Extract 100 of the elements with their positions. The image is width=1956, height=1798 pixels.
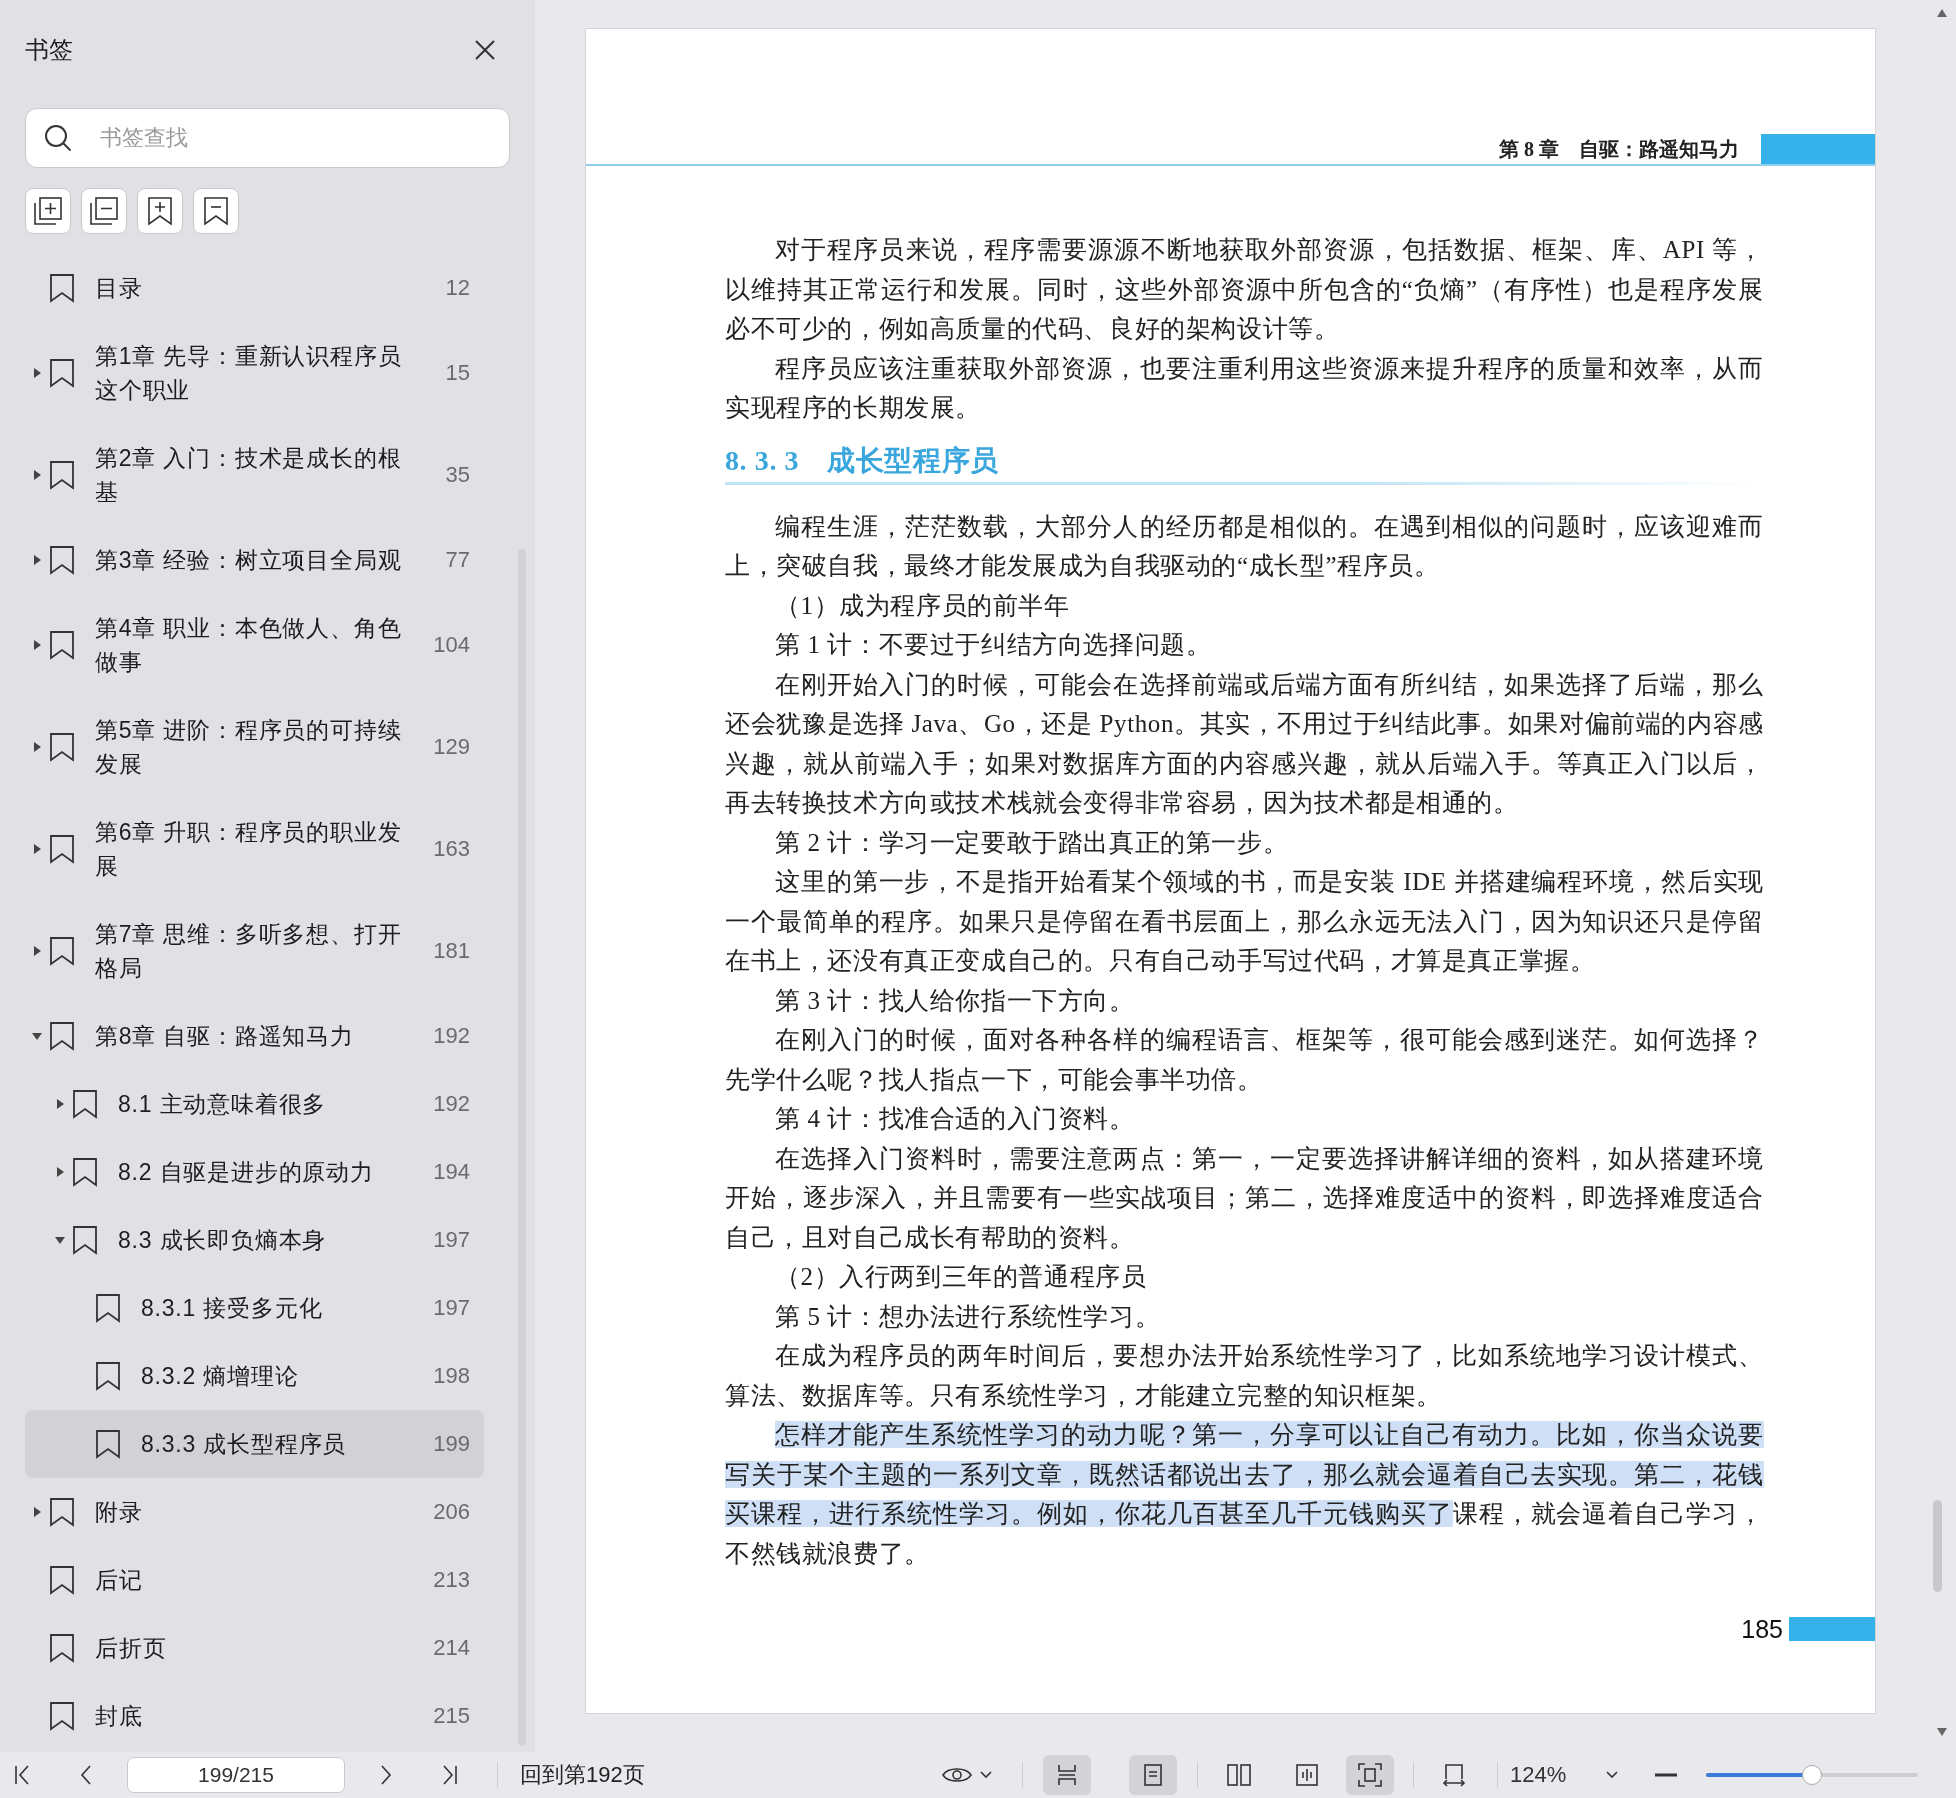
- collapse-all-button[interactable]: [81, 188, 127, 234]
- bookmark-item[interactable]: 8.3.2 熵增理论 198: [25, 1342, 484, 1410]
- slider-thumb[interactable]: [1802, 1765, 1822, 1785]
- page-number-field[interactable]: 199/215: [127, 1757, 345, 1793]
- collapsed-triangle-icon[interactable]: [32, 844, 42, 854]
- body-paragraph: （2）入行两到三年的普通程序员: [774, 1262, 1148, 1292]
- body-paragraph: 在选择入门资料时，需要注意两点：第一，一定要选择讲解详细的资料，如从搭建环境开始，逐步深入，并且需要有一些实战项目；第二，选择难度适中的资料，即选择难度适合自己，且对自己成长有帮助的资料。: [725, 1143, 1764, 1253]
- collapsed-triangle-icon[interactable]: [55, 1099, 65, 1109]
- sidebar-title: 书签: [25, 35, 73, 65]
- collapsed-triangle-icon[interactable]: [32, 946, 42, 956]
- caret-icon[interactable]: [1606, 1771, 1618, 1779]
- bookmark-item[interactable]: 封底 215: [25, 1682, 484, 1750]
- previous-page-icon[interactable]: [78, 1765, 94, 1785]
- bookmark-item[interactable]: 后折页 214: [25, 1614, 484, 1682]
- bookmark-item[interactable]: 第6章 升职：程序员的职业发展 163: [25, 798, 484, 900]
- first-page-icon[interactable]: [14, 1765, 30, 1785]
- zoom-level[interactable]: 124%: [1510, 1762, 1600, 1788]
- scrollbar-thumb[interactable]: [1933, 1500, 1942, 1592]
- bookmark-page-number: 197: [432, 1226, 470, 1254]
- bookmark-icon: [49, 1633, 75, 1663]
- body-paragraph: 第 2 计：学习一定要敢于踏出真正的第一步。: [774, 827, 1290, 858]
- bookmark-icon: [49, 1701, 75, 1731]
- collapsed-triangle-icon[interactable]: [32, 640, 42, 650]
- body-paragraph: 在刚开始入门的时候，可能会在选择前端或后端方面有所纠结，如果选择了后端，那么还会犹豫是选择 Java、Go，还是 Python。其实，不用过于纠结此事。如果对偏前端的内容感兴趣，就从前端入手；如果对数据库方面的内容感兴趣，就从后端入手。等真正入门以后，再去转换技术方向或技术栈就会变得非常容易，因为技术都是相通的。: [725, 669, 1764, 818]
- bookmark-item[interactable]: 目录 12: [25, 254, 484, 322]
- stacked-square-plus-icon: [32, 195, 64, 227]
- bookmark-page-number: 15: [444, 359, 470, 387]
- bookmark-title: 后记: [95, 1566, 144, 1595]
- bookmark-page-number: 35: [444, 461, 470, 489]
- bookmark-item[interactable]: 第4章 职业：本色做人、角色做事 104: [25, 594, 484, 696]
- bookmark-title: 第8章 自驱：路遥知马力: [95, 1022, 355, 1051]
- bookmark-title: 第1章 先导：重新认识程序员这个职业: [95, 342, 403, 405]
- two-page-icon: [1227, 1764, 1251, 1786]
- bookmark-icon: [49, 834, 75, 864]
- eye-icon[interactable]: [942, 1765, 972, 1785]
- expand-all-button[interactable]: [25, 188, 71, 234]
- bookmark-title: 附录: [95, 1498, 144, 1527]
- bookmark-icon: [49, 273, 75, 303]
- bookmark-icon: [72, 1089, 98, 1119]
- bookmark-item[interactable]: 8.3 成长即负熵本身 197: [25, 1206, 484, 1274]
- running-head: 第 8 章 自驱：路遥知马力: [1499, 137, 1739, 162]
- fit-page-icon: [1358, 1763, 1382, 1787]
- bookmark-page-number: 213: [432, 1566, 470, 1594]
- bookmark-page-number: 12: [444, 274, 470, 302]
- bookmark-item[interactable]: 第5章 进阶：程序员的可持续发展 129: [25, 696, 484, 798]
- bookmark-item[interactable]: 第3章 经验：树立项目全局观 77: [25, 526, 484, 594]
- body-paragraph: 第 4 计：找准合适的入门资料。: [774, 1104, 1136, 1134]
- bookmark-item[interactable]: 后记 213: [25, 1546, 484, 1614]
- bookmark-item[interactable]: 8.1 主动意味着很多 192: [25, 1070, 484, 1138]
- collapsed-triangle-icon[interactable]: [32, 368, 42, 378]
- bookmark-title: 8.3.3 成长型程序员: [141, 1430, 348, 1459]
- collapsed-triangle-icon[interactable]: [32, 1507, 42, 1517]
- bookmark-title: 第2章 入门：技术是成长的根基: [95, 444, 403, 507]
- view-mode-button[interactable]: [1129, 1755, 1177, 1795]
- bookmark-item[interactable]: 第1章 先导：重新认识程序员这个职业 15: [25, 322, 484, 424]
- bookmark-title: 后折页: [95, 1634, 168, 1663]
- body-paragraph: 在成为程序员的两年时间后，要想办法开始系统性学习了，比如系统地学习设计模式、算法、数据库等。只有系统性学习，才能建立完整的知识框架。: [725, 1341, 1764, 1411]
- bookmark-page-number: 197: [432, 1294, 470, 1322]
- bookmark-page-number: 194: [432, 1158, 470, 1186]
- caret-icon[interactable]: [980, 1771, 992, 1779]
- bookmark-item[interactable]: 8.2 自驱是进步的原动力 194: [25, 1138, 484, 1206]
- bookmark-title: 8.3 成长即负熵本身: [118, 1226, 328, 1255]
- bookmark-icon: [95, 1361, 121, 1391]
- search-field[interactable]: 书签查找: [25, 108, 510, 168]
- bookmark-icon: [49, 1565, 75, 1595]
- expanded-triangle-icon[interactable]: [32, 1031, 42, 1041]
- bookmark-item[interactable]: 附录 206: [25, 1478, 484, 1546]
- add-bookmark-button[interactable]: [137, 188, 183, 234]
- bookmark-item[interactable]: 第2章 入门：技术是成长的根基 35: [25, 424, 484, 526]
- collapsed-triangle-icon[interactable]: [55, 1167, 65, 1177]
- zoom-out-icon[interactable]: [1655, 1773, 1677, 1777]
- view-mode-button[interactable]: [1043, 1755, 1091, 1795]
- bookmark-icon: [49, 460, 75, 490]
- bookmark-item[interactable]: 第8章 自驱：路遥知马力 192: [25, 1002, 484, 1070]
- section-title: 成长型程序员: [827, 443, 999, 478]
- zoom-slider[interactable]: [1706, 1765, 1918, 1785]
- bookmark-page-number: 192: [432, 1090, 470, 1118]
- bookmark-icon: [49, 732, 75, 762]
- expanded-triangle-icon[interactable]: [55, 1235, 65, 1245]
- body-paragraph: 对于程序员来说，程序需要源源不断地获取外部资源，包括数据、框架、库、API 等，以维持其正常运行和发展。同时，这些外部资源中所包含的“负熵”（有序性）也是程序发展必不可少的，例如高质量的代码、良好的架构设计等。: [725, 235, 1764, 344]
- collapsed-triangle-icon[interactable]: [32, 742, 42, 752]
- scroll-down-arrow-icon[interactable]: [1936, 1727, 1948, 1737]
- remove-bookmark-button[interactable]: [193, 188, 239, 234]
- bookmark-page-number: 77: [444, 546, 470, 574]
- bookmark-title: 封底: [95, 1702, 144, 1731]
- bookmark-page-number: 104: [432, 631, 470, 659]
- scroll-up-arrow-icon[interactable]: [1936, 8, 1948, 18]
- back-to-page-link[interactable]: 回到第192页: [520, 1760, 645, 1790]
- bookmark-item[interactable]: 第7章 思维：多听多想、打开格局 181: [25, 900, 484, 1002]
- bookmark-item[interactable]: 8.3.1 接受多元化 197: [25, 1274, 484, 1342]
- stacked-square-minus-icon: [88, 195, 120, 227]
- next-page-icon[interactable]: [378, 1765, 394, 1785]
- bookmark-title: 8.3.2 熵增理论: [141, 1362, 300, 1391]
- view-mode-button[interactable]: [1346, 1755, 1394, 1795]
- bookmark-item[interactable]: 8.3.3 成长型程序员 199: [25, 1410, 484, 1478]
- bookmark-page-number: 215: [432, 1702, 470, 1730]
- last-page-icon[interactable]: [442, 1765, 458, 1785]
- collapsed-triangle-icon[interactable]: [32, 555, 42, 565]
- collapsed-triangle-icon[interactable]: [32, 470, 42, 480]
- bookmark-title: 第3章 经验：树立项目全局观: [95, 546, 403, 575]
